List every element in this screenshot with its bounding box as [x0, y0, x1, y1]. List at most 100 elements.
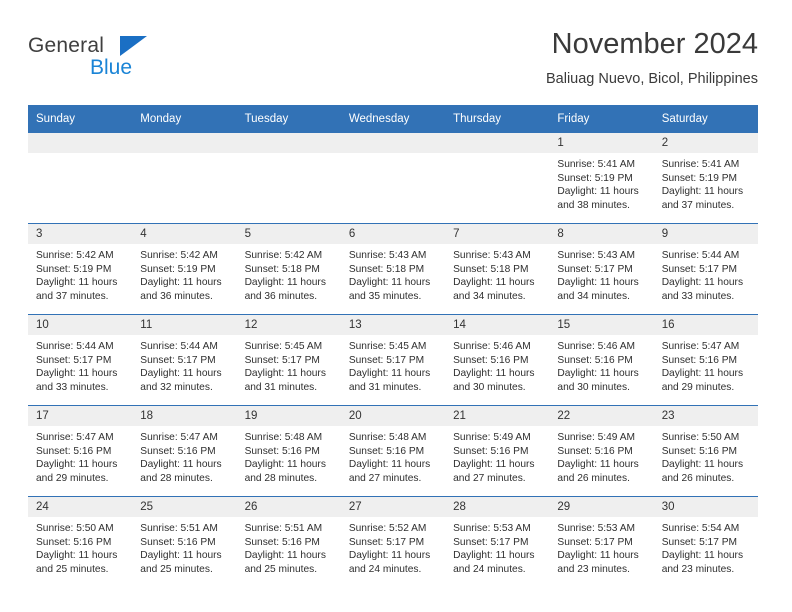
calendar-day-cell[interactable]: 8 Sunrise: 5:43 AM Sunset: 5:17 PM Daylight…	[549, 223, 654, 315]
calendar-day-cell[interactable]: 13 Sunrise: 5:45 AM Sunset: 5:17 PM Dayligh…	[340, 314, 446, 406]
daylight-text-line1: Daylight: 11 hours	[453, 368, 535, 380]
daylight-text-line2: and 24 minutes.	[348, 563, 422, 575]
sunset-text: Sunset: 5:16 PM	[661, 354, 738, 366]
calendar-day-cell[interactable]: 2 Sunrise: 5:41 AM Sunset: 5:19 PM Daylight…	[653, 133, 758, 224]
calendar-day-cell[interactable]: 14 Sunrise: 5:46 AM Sunset: 5:16 PM Dayligh…	[445, 314, 550, 406]
day-cell-inner	[28, 133, 133, 223]
sunset-text: Sunset: 5:16 PM	[244, 445, 320, 457]
daylight-text-line2: and 26 minutes.	[661, 472, 735, 484]
day-number: 10	[28, 315, 133, 335]
daylight-text-line1: Daylight: 11 hours	[348, 459, 431, 471]
calendar-day-cell[interactable]: 29 Sunrise: 5:53 AM Sunset: 5:17 PM Dayligh…	[549, 496, 654, 587]
calendar-week-row: 3 Sunrise: 5:42 AM Sunset: 5:19 PM Daylight…	[28, 223, 758, 315]
calendar-day-cell[interactable]: 24 Sunrise: 5:50 AM Sunset: 5:16 PM Dayligh…	[28, 496, 133, 587]
sunrise-text: Sunrise: 5:51 AM	[140, 523, 218, 534]
sunset-text: Sunset: 5:17 PM	[348, 354, 425, 366]
calendar-day-cell[interactable]: 20 Sunrise: 5:48 AM Sunset: 5:16 PM Dayligh…	[340, 405, 446, 497]
daylight-text-line1: Daylight: 11 hours	[661, 186, 744, 198]
sunset-text: Sunset: 5:17 PM	[36, 354, 112, 366]
daylight-text-line2: and 25 minutes.	[36, 563, 109, 575]
daylight-text-line1: Daylight: 11 hours	[36, 550, 118, 562]
daylight-text-line2: and 24 minutes.	[453, 563, 526, 575]
calendar-day-cell[interactable]: 6 Sunrise: 5:43 AM Sunset: 5:18 PM Daylight…	[340, 223, 446, 315]
calendar-day-cell[interactable]: 4 Sunrise: 5:42 AM Sunset: 5:19 PM Daylight…	[132, 223, 237, 315]
sunset-text: Sunset: 5:16 PM	[557, 445, 633, 457]
daylight-text-line2: and 30 minutes.	[557, 381, 630, 393]
sunrise-text: Sunrise: 5:48 AM	[244, 432, 323, 443]
generalblue-logo[interactable]: General Blue	[28, 34, 228, 90]
calendar-day-cell[interactable]: 22 Sunrise: 5:49 AM Sunset: 5:16 PM Dayligh…	[549, 405, 654, 497]
daylight-text-line1: Daylight: 11 hours	[661, 550, 744, 562]
sunrise-text: Sunrise: 5:42 AM	[36, 250, 114, 261]
day-details: Sunrise: 5:46 AM Sunset: 5:16 PM Daylight:…	[549, 335, 653, 394]
day-cell-inner: 26 Sunrise: 5:51 AM Sunset: 5:16 PM Dayligh…	[236, 497, 341, 587]
day-number: 29	[549, 497, 654, 517]
calendar-day-cell[interactable]: 1 Sunrise: 5:41 AM Sunset: 5:19 PM Daylight…	[549, 133, 654, 224]
sunrise-text: Sunrise: 5:42 AM	[244, 250, 323, 261]
sunrise-text: Sunrise: 5:53 AM	[453, 523, 531, 534]
sunset-text: Sunset: 5:17 PM	[661, 536, 738, 548]
day-cell-inner: 2 Sunrise: 5:41 AM Sunset: 5:19 PM Daylight…	[653, 133, 758, 223]
calendar-day-cell[interactable]: 15 Sunrise: 5:46 AM Sunset: 5:16 PM Dayligh…	[549, 314, 654, 406]
triangle-icon	[120, 36, 147, 56]
daylight-text-line1: Daylight: 11 hours	[348, 550, 431, 562]
sunrise-text: Sunrise: 5:46 AM	[453, 341, 531, 352]
day-details: Sunrise: 5:43 AM Sunset: 5:18 PM Daylight:…	[445, 244, 549, 303]
calendar-day-cell[interactable]: 28 Sunrise: 5:53 AM Sunset: 5:17 PM Dayligh…	[445, 496, 550, 587]
weekday-header-saturday: Saturday	[653, 105, 758, 133]
day-number: 20	[340, 406, 446, 426]
day-cell-inner	[340, 133, 446, 223]
day-number: 21	[445, 406, 550, 426]
sunset-text: Sunset: 5:19 PM	[661, 172, 738, 184]
calendar-day-cell[interactable]: 17 Sunrise: 5:47 AM Sunset: 5:16 PM Dayligh…	[28, 405, 133, 497]
day-cell-inner: 8 Sunrise: 5:43 AM Sunset: 5:17 PM Daylight…	[549, 224, 654, 314]
day-details: Sunrise: 5:43 AM Sunset: 5:17 PM Daylight:…	[549, 244, 653, 303]
calendar-day-cell[interactable]: 7 Sunrise: 5:43 AM Sunset: 5:18 PM Daylight…	[445, 223, 550, 315]
calendar-day-cell[interactable]: 27 Sunrise: 5:52 AM Sunset: 5:17 PM Dayligh…	[340, 496, 446, 587]
daylight-text-line1: Daylight: 11 hours	[557, 459, 639, 471]
day-number: 23	[653, 406, 758, 426]
daylight-text-line2: and 36 minutes.	[140, 290, 213, 302]
sunrise-text: Sunrise: 5:43 AM	[557, 250, 635, 261]
day-number: 18	[132, 406, 237, 426]
day-details: Sunrise: 5:41 AM Sunset: 5:19 PM Daylight:…	[549, 153, 653, 212]
daylight-text-line2: and 38 minutes.	[557, 199, 630, 211]
calendar-day-cell[interactable]: 19 Sunrise: 5:48 AM Sunset: 5:16 PM Dayligh…	[236, 405, 341, 497]
calendar-day-cell[interactable]: 5 Sunrise: 5:42 AM Sunset: 5:18 PM Daylight…	[236, 223, 341, 315]
daylight-text-line1: Daylight: 11 hours	[348, 368, 431, 380]
sunset-text: Sunset: 5:19 PM	[36, 263, 112, 275]
day-details: Sunrise: 5:51 AM Sunset: 5:16 PM Daylight:…	[132, 517, 236, 576]
daylight-text-line1: Daylight: 11 hours	[140, 459, 222, 471]
calendar-day-cell[interactable]: 12 Sunrise: 5:45 AM Sunset: 5:17 PM Dayligh…	[236, 314, 341, 406]
day-cell-inner	[445, 133, 550, 223]
day-details: Sunrise: 5:48 AM Sunset: 5:16 PM Daylight:…	[237, 426, 341, 485]
day-number: 30	[653, 497, 758, 517]
calendar-day-cell[interactable]: 11 Sunrise: 5:44 AM Sunset: 5:17 PM Dayligh…	[132, 314, 237, 406]
daylight-text-line1: Daylight: 11 hours	[36, 277, 118, 289]
day-cell-inner: 18 Sunrise: 5:47 AM Sunset: 5:16 PM Dayligh…	[132, 406, 237, 496]
calendar-day-cell[interactable]: 9 Sunrise: 5:44 AM Sunset: 5:17 PM Daylight…	[653, 223, 758, 315]
calendar-day-cell[interactable]: 16 Sunrise: 5:47 AM Sunset: 5:16 PM Dayligh…	[653, 314, 758, 406]
daylight-text-line1: Daylight: 11 hours	[453, 550, 535, 562]
sunrise-text: Sunrise: 5:47 AM	[36, 432, 114, 443]
calendar-day-cell[interactable]: 26 Sunrise: 5:51 AM Sunset: 5:16 PM Dayligh…	[236, 496, 341, 587]
day-number: 15	[549, 315, 654, 335]
calendar-day-cell[interactable]: 21 Sunrise: 5:49 AM Sunset: 5:16 PM Dayligh…	[445, 405, 550, 497]
sunrise-text: Sunrise: 5:54 AM	[661, 523, 740, 534]
day-cell-inner: 1 Sunrise: 5:41 AM Sunset: 5:19 PM Daylight…	[549, 133, 654, 223]
weekday-header-friday: Friday	[549, 105, 654, 133]
calendar-day-cell[interactable]: 25 Sunrise: 5:51 AM Sunset: 5:16 PM Dayligh…	[132, 496, 237, 587]
day-number: 6	[340, 224, 446, 244]
daylight-text-line2: and 34 minutes.	[453, 290, 526, 302]
sunset-text: Sunset: 5:16 PM	[36, 536, 112, 548]
calendar-day-cell[interactable]: 3 Sunrise: 5:42 AM Sunset: 5:19 PM Daylight…	[28, 223, 133, 315]
calendar-day-cell[interactable]: 18 Sunrise: 5:47 AM Sunset: 5:16 PM Dayligh…	[132, 405, 237, 497]
daylight-text-line1: Daylight: 11 hours	[244, 368, 326, 380]
calendar-header-row: Sunday Monday Tuesday Wednesday Thursday…	[28, 105, 758, 133]
calendar-day-cell[interactable]: 10 Sunrise: 5:44 AM Sunset: 5:17 PM Dayligh…	[28, 314, 133, 406]
day-cell-inner: 22 Sunrise: 5:49 AM Sunset: 5:16 PM Dayligh…	[549, 406, 654, 496]
calendar-day-cell[interactable]: 30 Sunrise: 5:54 AM Sunset: 5:17 PM Dayligh…	[653, 496, 758, 587]
day-cell-inner: 4 Sunrise: 5:42 AM Sunset: 5:19 PM Daylight…	[132, 224, 237, 314]
sunrise-text: Sunrise: 5:45 AM	[244, 341, 323, 352]
calendar-day-cell[interactable]: 23 Sunrise: 5:50 AM Sunset: 5:16 PM Dayligh…	[653, 405, 758, 497]
